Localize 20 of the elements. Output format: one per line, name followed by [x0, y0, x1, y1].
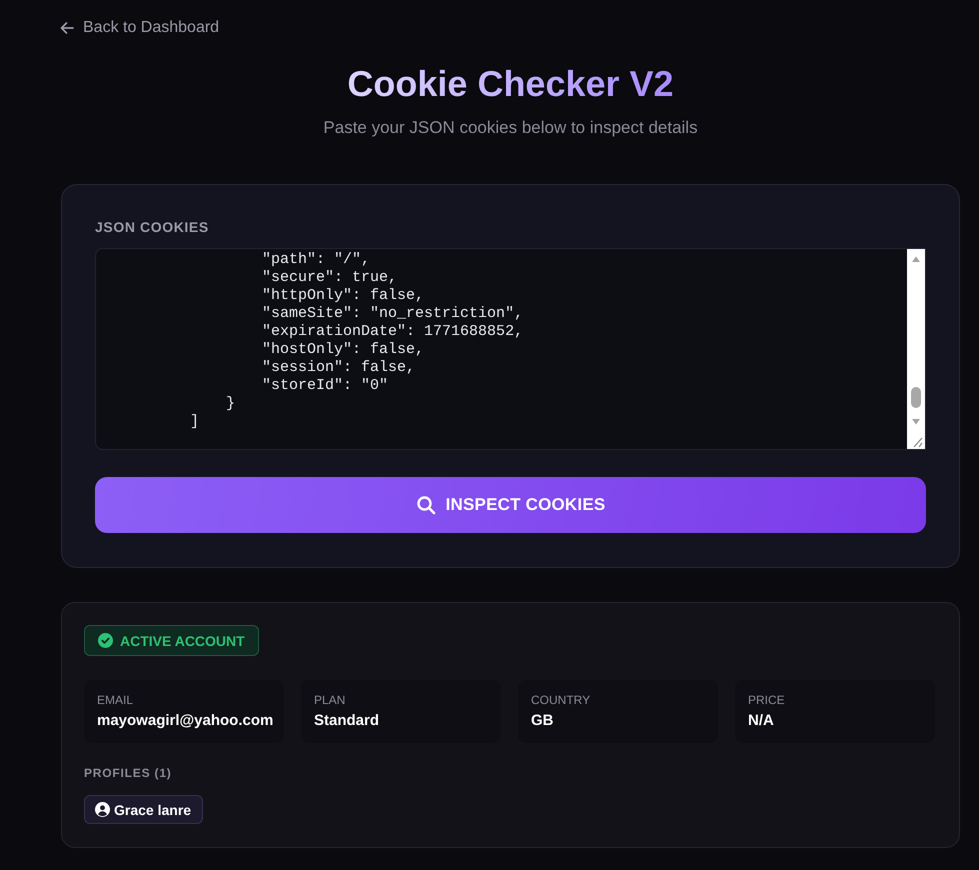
- info-label: PRICE: [748, 693, 785, 708]
- info-value: mayowagirl@yahoo.com: [97, 711, 274, 730]
- arrow-left-icon: [59, 20, 75, 36]
- profiles-heading: PROFILES (1): [84, 766, 172, 781]
- info-value: GB: [531, 711, 554, 730]
- info-label: COUNTRY: [531, 693, 590, 708]
- field-label: JSON COOKIES: [95, 219, 209, 235]
- inspect-cookies-button[interactable]: INSPECT COOKIES: [95, 477, 926, 533]
- status-text: ACTIVE ACCOUNT: [120, 632, 245, 648]
- json-input-field[interactable]: "path": "/", "secure": true, "httpOnly": false, "sameSite": "no_restriction", "expirationDate": 1771688852, "hostOnly": false, "session": false, "storeId": "0" } ]: [95, 248, 926, 450]
- info-label: EMAIL: [97, 693, 134, 708]
- profile-chip[interactable]: Grace lanre: [84, 795, 204, 824]
- search-icon: [416, 495, 436, 515]
- info-label: PLAN: [314, 693, 346, 708]
- check-circle-icon: [98, 633, 113, 648]
- info-value: N/A: [748, 711, 774, 730]
- info-value: Standard: [314, 711, 380, 730]
- back-link[interactable]: Back to Dashboard: [59, 17, 220, 39]
- page-subtitle: Paste your JSON cookies below to inspect details: [323, 117, 698, 139]
- user-circle-icon: [95, 802, 110, 817]
